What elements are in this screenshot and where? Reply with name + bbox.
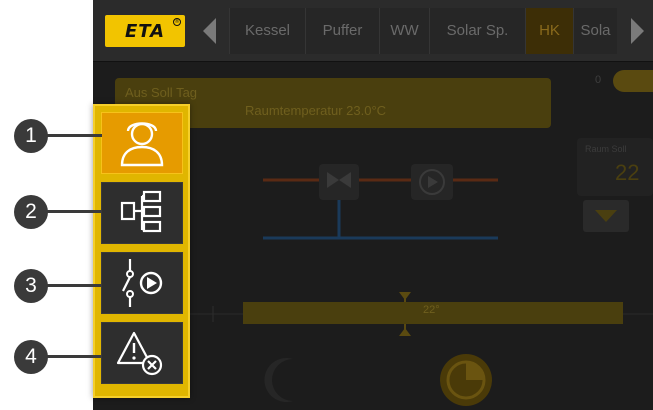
- heating-circuit-diagram: [263, 164, 498, 240]
- slider-value: 22°: [423, 304, 440, 316]
- tab-solar-sp[interactable]: Solar Sp.: [429, 8, 525, 54]
- user-icon: [120, 122, 164, 167]
- decrease-button[interactable]: [583, 200, 629, 232]
- warning-cancel-icon: [116, 331, 163, 376]
- warning-menu-button[interactable]: [101, 322, 183, 384]
- toggle-label: 0: [595, 74, 602, 86]
- callout-line-1: [46, 134, 102, 137]
- callout-number-1: 1: [14, 119, 48, 153]
- room-setpoint-label: Raum Soll: [585, 144, 627, 154]
- room-setpoint-value: 22: [615, 160, 640, 185]
- callout-line-2: [46, 210, 102, 213]
- callout-number-3: 3: [14, 269, 48, 303]
- callout-number-4: 4: [14, 340, 48, 374]
- status-line: Aus Soll Tag: [125, 85, 198, 100]
- user-menu-button[interactable]: [101, 112, 183, 174]
- moon-icon[interactable]: [263, 355, 307, 405]
- hierarchy-icon: [120, 190, 162, 233]
- next-tab-arrow-icon[interactable]: [625, 12, 649, 50]
- tab-solar[interactable]: Sola: [573, 8, 617, 54]
- registered-mark: ®: [173, 18, 181, 26]
- eta-logo[interactable]: ETA ®: [105, 15, 185, 47]
- side-menu: [93, 104, 190, 398]
- on-off-toggle[interactable]: [613, 70, 653, 92]
- callout-line-3: [46, 284, 102, 287]
- hierarchy-menu-button[interactable]: [101, 182, 183, 244]
- previous-tab-arrow-icon[interactable]: [197, 12, 221, 50]
- eco-timer-icon[interactable]: [438, 352, 494, 408]
- tab-ww[interactable]: WW: [379, 8, 429, 54]
- room-setpoint-card: Raum Soll 22: [577, 138, 653, 196]
- triangle-down-icon: [595, 210, 617, 222]
- switch-play-menu-button[interactable]: [101, 252, 183, 314]
- callout-number-2: 2: [14, 195, 48, 229]
- switch-play-icon: [122, 259, 163, 307]
- tab-hk[interactable]: HK: [525, 8, 573, 54]
- logo-text: ETA: [124, 20, 166, 42]
- tab-bar: ETA ® Kessel Puffer WW Solar Sp. HK Sola: [93, 0, 653, 62]
- tab-puffer[interactable]: Puffer: [305, 8, 379, 54]
- tab-kessel[interactable]: Kessel: [229, 8, 305, 54]
- callout-line-4: [46, 355, 102, 358]
